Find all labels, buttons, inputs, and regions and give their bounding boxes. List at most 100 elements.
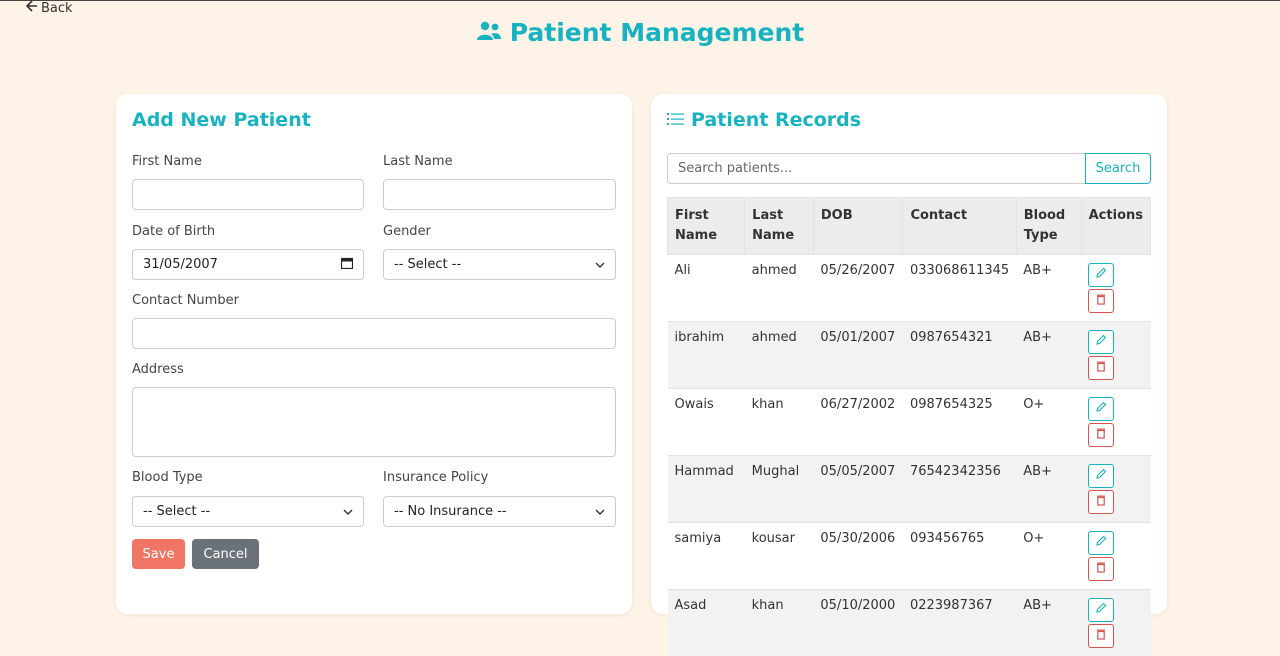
page-title-text: Patient Management <box>510 18 804 47</box>
edit-button[interactable] <box>1088 263 1114 287</box>
column-header-actions: Actions <box>1081 198 1150 255</box>
add-patient-card: Add New Patient First Name Last Name Dat… <box>116 94 632 614</box>
edit-button[interactable] <box>1088 531 1114 555</box>
cell-first-name: ibrahim <box>668 322 745 389</box>
users-icon <box>476 18 502 47</box>
cell-dob: 06/27/2002 <box>813 389 903 456</box>
back-label: Back <box>41 1 73 16</box>
pencil-icon <box>1095 535 1107 551</box>
cell-blood-type: AB+ <box>1016 322 1081 389</box>
table-row: samiyakousar05/30/2006093456765O+ <box>668 523 1151 590</box>
search-button[interactable]: Search <box>1085 153 1151 184</box>
cell-blood-type: O+ <box>1016 523 1081 590</box>
chevron-down-icon <box>595 504 605 519</box>
pencil-icon <box>1095 468 1107 484</box>
pencil-icon <box>1095 267 1107 283</box>
chevron-down-icon <box>343 504 353 519</box>
delete-button[interactable] <box>1088 423 1114 447</box>
cell-first-name: Owais <box>668 389 745 456</box>
cell-blood-type: AB+ <box>1016 255 1081 322</box>
cell-dob: 05/26/2007 <box>813 255 903 322</box>
blood-type-label: Blood Type <box>132 470 203 485</box>
gender-value: -- Select -- <box>394 257 461 272</box>
edit-button[interactable] <box>1088 598 1114 622</box>
column-header-last-name: Last Name <box>745 198 814 255</box>
cell-contact: 0987654325 <box>903 389 1016 456</box>
delete-button[interactable] <box>1088 490 1114 514</box>
cell-last-name: ahmed <box>745 255 814 322</box>
add-patient-title: Add New Patient <box>132 109 311 131</box>
arrow-left-icon <box>26 0 38 16</box>
cell-contact: 0987654321 <box>903 322 1016 389</box>
edit-button[interactable] <box>1088 330 1114 354</box>
back-link[interactable]: Back <box>26 0 73 16</box>
list-icon <box>667 109 685 131</box>
patients-table: First Name Last Name DOB Contact Blood T… <box>667 197 1151 656</box>
dob-label: Date of Birth <box>132 224 215 239</box>
column-header-contact: Contact <box>903 198 1016 255</box>
save-button[interactable]: Save <box>132 539 185 569</box>
cell-dob: 05/01/2007 <box>813 322 903 389</box>
column-header-dob: DOB <box>813 198 903 255</box>
blood-type-select[interactable]: -- Select -- <box>132 496 364 527</box>
trash-icon <box>1095 360 1107 376</box>
pencil-icon <box>1095 334 1107 350</box>
column-header-first-name: First Name <box>668 198 745 255</box>
table-row: Aliahmed05/26/2007033068611345AB+ <box>668 255 1151 322</box>
cell-dob: 05/30/2006 <box>813 523 903 590</box>
insurance-label: Insurance Policy <box>383 470 488 485</box>
edit-button[interactable] <box>1088 397 1114 421</box>
address-field[interactable] <box>132 387 616 457</box>
patient-records-card: Patient Records Search patients... Searc… <box>651 94 1167 614</box>
trash-icon <box>1095 293 1107 309</box>
edit-button[interactable] <box>1088 464 1114 488</box>
cell-last-name: khan <box>745 389 814 456</box>
page-title: Patient Management <box>0 18 1280 47</box>
cell-actions <box>1081 322 1150 389</box>
first-name-label: First Name <box>132 154 202 169</box>
cell-blood-type: AB+ <box>1016 456 1081 523</box>
delete-button[interactable] <box>1088 624 1114 648</box>
cell-contact: 76542342356 <box>903 456 1016 523</box>
dob-value: 31/05/2007 <box>143 257 218 272</box>
cell-contact: 033068611345 <box>903 255 1016 322</box>
contact-label: Contact Number <box>132 293 239 308</box>
cell-last-name: ahmed <box>745 322 814 389</box>
calendar-icon[interactable] <box>341 257 353 273</box>
cell-actions <box>1081 590 1150 656</box>
cell-actions <box>1081 389 1150 456</box>
contact-field[interactable] <box>132 318 616 349</box>
search-input[interactable]: Search patients... <box>667 153 1085 184</box>
trash-icon <box>1095 628 1107 644</box>
cell-last-name: kousar <box>745 523 814 590</box>
insurance-value: -- No Insurance -- <box>394 504 507 519</box>
table-row: Owaiskhan06/27/20020987654325O+ <box>668 389 1151 456</box>
chevron-down-icon <box>595 257 605 272</box>
dob-field[interactable]: 31/05/2007 <box>132 249 364 280</box>
search-bar: Search patients... Search <box>667 153 1151 184</box>
table-row: HammadMughal05/05/200776542342356AB+ <box>668 456 1151 523</box>
blood-type-value: -- Select -- <box>143 504 210 519</box>
cell-contact: 0223987367 <box>903 590 1016 656</box>
gender-select[interactable]: -- Select -- <box>383 249 616 280</box>
insurance-select[interactable]: -- No Insurance -- <box>383 496 616 527</box>
column-header-blood-type: Blood Type <box>1016 198 1081 255</box>
cell-first-name: samiya <box>668 523 745 590</box>
records-title: Patient Records <box>667 109 861 131</box>
last-name-field[interactable] <box>383 179 616 210</box>
cell-first-name: Ali <box>668 255 745 322</box>
first-name-field[interactable] <box>132 179 364 210</box>
table-header-row: First Name Last Name DOB Contact Blood T… <box>668 198 1151 255</box>
gender-label: Gender <box>383 224 431 239</box>
delete-button[interactable] <box>1088 356 1114 380</box>
delete-button[interactable] <box>1088 557 1114 581</box>
cell-dob: 05/10/2000 <box>813 590 903 656</box>
cell-first-name: Hammad <box>668 456 745 523</box>
table-row: ibrahimahmed05/01/20070987654321AB+ <box>668 322 1151 389</box>
cell-last-name: Mughal <box>745 456 814 523</box>
cell-first-name: Asad <box>668 590 745 656</box>
last-name-label: Last Name <box>383 154 453 169</box>
cancel-button[interactable]: Cancel <box>192 539 259 569</box>
cell-blood-type: O+ <box>1016 389 1081 456</box>
delete-button[interactable] <box>1088 289 1114 313</box>
